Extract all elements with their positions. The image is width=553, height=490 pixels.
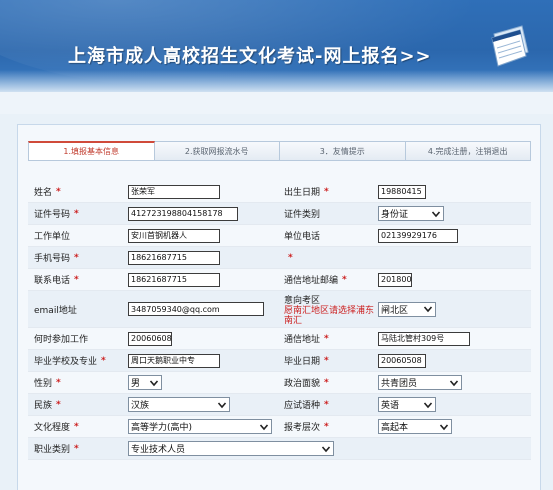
required-mark: * — [288, 252, 293, 263]
paper-stack-icon — [491, 25, 529, 67]
required-mark: * — [324, 355, 329, 366]
form-row: 毕业学校及专业 * 周口天鹅职业中专 毕业日期 * 20060508 — [28, 350, 531, 372]
chevron-down-icon — [217, 401, 227, 408]
employer-label: 工作单位 — [34, 232, 71, 242]
job-type-select[interactable]: 专业技术人员 — [128, 441, 334, 456]
exam-language-select[interactable]: 英语 — [378, 397, 436, 412]
form-row: 职业类别 * 专业技术人员 — [28, 438, 531, 460]
level-select[interactable]: 高起本 — [378, 419, 452, 434]
chevron-down-icon — [321, 445, 331, 452]
form-row: 工作单位 安川首钢机器人 单位电话 02139929176 — [28, 225, 531, 247]
required-mark: * — [324, 399, 329, 410]
mobile-input[interactable]: 18621687715 — [128, 250, 220, 265]
step-tabs: 1.填报基本信息 2.获取网报流水号 3．友情提示 4.完成注册，注销退出 — [28, 141, 531, 161]
email-input[interactable]: 3487059340@qq.com — [128, 302, 264, 316]
required-mark: * — [74, 274, 79, 285]
contact-phone-label: 联系电话 * — [34, 274, 79, 287]
registration-panel: 1.填报基本信息 2.获取网报流水号 3．友情提示 4.完成注册，注销退出 姓名… — [17, 124, 541, 490]
form-row: 手机号码 * 18621687715 * — [28, 247, 531, 269]
form-row: 联系电话 * 18621687715 通信地址邮编 * 201800 — [28, 269, 531, 291]
work-start-input[interactable]: 20060608 — [128, 331, 172, 346]
tab-finish[interactable]: 4.完成注册，注销退出 — [405, 141, 531, 161]
chevron-down-icon — [423, 401, 433, 408]
work-phone-input[interactable]: 02139929176 — [378, 228, 458, 243]
contact-phone-input[interactable]: 18621687715 — [128, 272, 220, 287]
page-title: 上海市成人高校招生文化考试-网上报名>> — [68, 46, 432, 67]
level-label: 报考层次 * — [284, 421, 329, 434]
education-select[interactable]: 高等学力(高中) — [128, 419, 272, 434]
birth-label: 出生日期 * — [284, 186, 329, 199]
required-mark: * — [324, 377, 329, 388]
chevron-down-icon — [431, 210, 441, 217]
postcode-label: 通信地址邮编 * — [284, 274, 347, 287]
required-mark: * — [74, 252, 79, 263]
chevron-down-icon — [449, 379, 459, 386]
ethnicity-label: 民族 * — [34, 399, 61, 412]
exam-area-select[interactable]: 闸北区 — [378, 301, 436, 317]
required-mark: * — [74, 421, 79, 432]
form-row: 姓名 * 张荣军 出生日期 * 19880415 — [28, 181, 531, 203]
blank-label: * — [278, 247, 378, 268]
grad-date-input[interactable]: 20060508 — [378, 353, 426, 368]
education-label: 文化程度 * — [34, 421, 79, 434]
required-mark: * — [74, 208, 79, 219]
school-input[interactable]: 周口天鹅职业中专 — [128, 353, 220, 368]
work-start-label: 何时参加工作 — [34, 335, 89, 345]
form-row: email地址 3487059340@qq.com 意向考区 愿南汇地区请选择浦… — [28, 291, 531, 328]
ethnicity-select[interactable]: 汉族 — [128, 397, 230, 412]
required-mark: * — [56, 186, 61, 197]
gender-select[interactable]: 男 — [128, 375, 162, 390]
chevron-down-icon — [259, 423, 269, 430]
chevron-down-icon — [423, 306, 433, 313]
address-input[interactable]: 马陆北管村309号 — [378, 331, 470, 346]
basic-info-form: 姓名 * 张荣军 出生日期 * 19880415 证件号码 * 41272319880… — [28, 181, 531, 460]
banner-underbar — [0, 92, 553, 114]
required-mark: * — [74, 443, 79, 454]
school-label: 毕业学校及专业 * — [34, 355, 106, 368]
tab-get-serial[interactable]: 2.获取网报流水号 — [154, 141, 280, 161]
chevron-down-icon — [439, 423, 449, 430]
required-mark: * — [324, 421, 329, 432]
form-row: 文化程度 * 高等学力(高中) 报考层次 * 高起本 — [28, 416, 531, 438]
exam-area-label: 意向考区 愿南汇地区请选择浦东南汇 — [284, 295, 375, 326]
form-row: 何时参加工作 20060608 通信地址 * 马陆北管村309号 — [28, 328, 531, 350]
id-type-select[interactable]: 身份证 — [378, 206, 444, 221]
page-banner: 上海市成人高校招生文化考试-网上报名>> — [0, 0, 553, 92]
postcode-input[interactable]: 201800 — [378, 272, 412, 287]
required-mark: * — [101, 355, 106, 366]
form-row: 性别 * 男 政治面貌 * 共青团员 — [28, 372, 531, 394]
grad-date-label: 毕业日期 * — [284, 355, 329, 368]
politics-select[interactable]: 共青团员 — [378, 375, 462, 390]
tab-tips[interactable]: 3．友情提示 — [280, 141, 406, 161]
id-no-label: 证件号码 * — [34, 208, 79, 221]
gender-label: 性别 * — [34, 377, 61, 390]
id-type-label: 证件类别 — [284, 210, 321, 220]
chevron-down-icon — [149, 379, 159, 386]
name-label: 姓名 * — [34, 186, 61, 199]
job-type-label: 职业类别 * — [34, 443, 79, 456]
required-mark: * — [324, 333, 329, 344]
mobile-label: 手机号码 * — [34, 252, 79, 265]
form-row: 民族 * 汉族 应试语种 * 英语 — [28, 394, 531, 416]
required-mark: * — [56, 399, 61, 410]
id-no-input[interactable]: 412723198804158178 — [128, 206, 238, 221]
work-phone-label: 单位电话 — [284, 232, 321, 242]
exam-area-note: 愿南汇地区请选择浦东南汇 — [284, 305, 375, 326]
employer-input[interactable]: 安川首钢机器人 — [128, 228, 220, 243]
address-label: 通信地址 * — [284, 333, 329, 346]
form-row: 证件号码 * 412723198804158178 证件类别 身份证 — [28, 203, 531, 225]
exam-language-label: 应试语种 * — [284, 399, 329, 412]
name-input[interactable]: 张荣军 — [128, 184, 220, 199]
required-mark: * — [342, 274, 347, 285]
required-mark: * — [56, 377, 61, 388]
politics-label: 政治面貌 * — [284, 377, 329, 390]
email-label: email地址 — [34, 305, 77, 316]
tab-basic-info[interactable]: 1.填报基本信息 — [28, 141, 155, 161]
birth-input[interactable]: 19880415 — [378, 184, 426, 199]
required-mark: * — [324, 186, 329, 197]
